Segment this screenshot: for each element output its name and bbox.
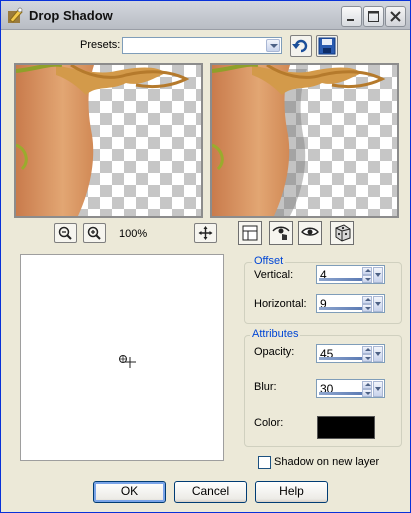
title-bar[interactable]: Drop Shadow (1, 1, 410, 30)
attributes-group-title: Attributes (250, 328, 301, 340)
horizontal-slider[interactable] (319, 307, 364, 310)
shadow-color-swatch[interactable] (317, 416, 375, 439)
blur-dropdown-button[interactable] (373, 381, 383, 397)
reset-preset-button[interactable] (290, 35, 312, 57)
opacity-field[interactable]: 45 (316, 344, 385, 363)
shadow-on-new-layer-checkbox[interactable] (258, 456, 271, 469)
eye-hand-icon (272, 226, 290, 240)
auto-proof-button[interactable] (269, 221, 293, 245)
vertical-slider[interactable] (319, 278, 364, 281)
maximize-button[interactable] (363, 6, 384, 27)
reset-arrow-icon (292, 39, 308, 53)
zoom-out-icon (58, 226, 72, 240)
effects-app-icon (8, 7, 23, 23)
shadow-offset-canvas[interactable] (20, 254, 224, 461)
original-preview[interactable] (14, 63, 203, 218)
blur-stepper[interactable] (362, 381, 372, 397)
color-label: Color: (254, 417, 284, 429)
save-preset-button[interactable] (316, 35, 338, 57)
offset-group-title: Offset (252, 255, 286, 267)
original-preview-image (16, 65, 190, 216)
drop-shadow-dialog: Drop Shadow Presets: 100% Offset Vertica… (0, 0, 411, 513)
close-icon (390, 11, 401, 22)
proof-toggle-button[interactable] (238, 221, 262, 245)
vertical-field[interactable]: 4 (316, 265, 385, 284)
blur-label: Blur: (254, 381, 277, 393)
chevron-down-icon[interactable] (266, 39, 280, 52)
maximize-icon (368, 11, 379, 22)
horizontal-dropdown-button[interactable] (373, 296, 383, 312)
horizontal-stepper[interactable] (362, 296, 372, 312)
proof-preview-button[interactable] (298, 221, 322, 245)
vertical-dropdown-button[interactable] (373, 267, 383, 283)
randomize-button[interactable] (330, 221, 354, 245)
presets-label: Presets: (80, 39, 121, 51)
pan-button[interactable] (194, 223, 217, 243)
zoom-level: 100% (119, 228, 148, 240)
move-arrows-icon (198, 226, 213, 240)
dice-icon (335, 224, 351, 242)
offset-crosshair-icon[interactable] (117, 353, 137, 369)
eye-icon (301, 227, 319, 236)
zoom-in-icon (87, 226, 101, 240)
shadow-on-new-layer-label[interactable]: Shadow on new layer (274, 456, 379, 468)
close-button[interactable] (385, 6, 406, 27)
horizontal-field[interactable]: 9 (316, 294, 385, 313)
blur-field[interactable]: 30 (316, 379, 385, 398)
horizontal-label: Horizontal: (254, 298, 307, 310)
blur-slider[interactable] (319, 392, 364, 395)
vertical-label: Vertical: (254, 269, 294, 281)
opacity-dropdown-button[interactable] (373, 346, 383, 362)
save-disk-icon (318, 37, 336, 55)
vertical-stepper[interactable] (362, 267, 372, 283)
opacity-stepper[interactable] (362, 346, 372, 362)
opacity-label: Opacity: (254, 346, 295, 358)
layout-icon (242, 225, 258, 241)
minimize-button[interactable] (341, 6, 362, 27)
cancel-button[interactable]: Cancel (174, 481, 247, 503)
window-title: Drop Shadow (29, 8, 113, 23)
result-preview-image (212, 65, 386, 216)
help-button[interactable]: Help (255, 481, 328, 503)
result-preview[interactable] (210, 63, 399, 218)
zoom-in-button[interactable] (83, 223, 106, 243)
minimize-icon (347, 19, 354, 21)
zoom-out-button[interactable] (54, 223, 77, 243)
presets-dropdown[interactable] (122, 37, 282, 54)
ok-button[interactable]: OK (93, 481, 166, 503)
opacity-slider[interactable] (319, 357, 364, 360)
